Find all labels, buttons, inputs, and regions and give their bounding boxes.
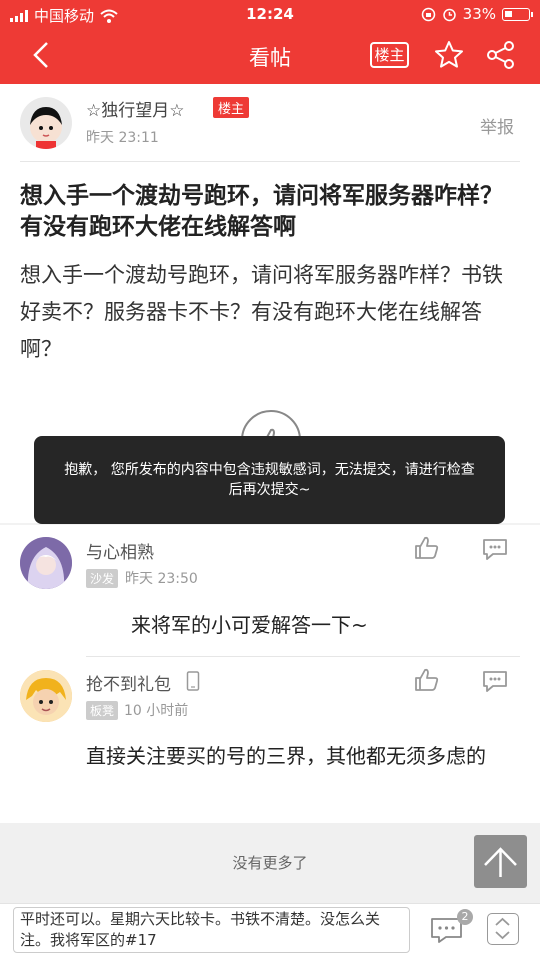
battery-percent: 33% xyxy=(462,5,496,23)
poster-name[interactable]: ☆独行望月☆ xyxy=(86,96,184,121)
mobile-device-icon xyxy=(186,671,200,691)
owner-only-button[interactable]: 楼主 xyxy=(370,42,409,68)
comment-text: 直接关注要买的号的三界，其他都无须多虑的 xyxy=(86,744,486,768)
commenter-avatar[interactable] xyxy=(20,670,72,722)
commenter-name[interactable]: 与心相熟 xyxy=(86,538,154,563)
page-nav-button[interactable] xyxy=(487,913,519,945)
error-toast: 抱歉， 您所发布的内容中包含违规敏感词，无法提交，请进行检查后再次提交~ xyxy=(34,436,505,524)
cartoon-boy-avatar-icon xyxy=(20,670,72,722)
app-header: 看帖 楼主 xyxy=(0,30,540,84)
floor-tag: 沙发 xyxy=(86,569,119,588)
battery-icon xyxy=(502,7,533,21)
no-more-label: 没有更多了 xyxy=(232,854,308,872)
alarm-icon xyxy=(442,8,456,21)
back-to-top-button[interactable] xyxy=(474,835,527,888)
thumbs-up-icon[interactable] xyxy=(414,668,440,692)
poster-avatar[interactable] xyxy=(20,97,72,149)
comment-text: 来将军的小可爱解答一下~ xyxy=(131,613,368,637)
post-body: 想入手一个渡劫号跑环，请问将军服务器咋样？书铁好卖不？服务器卡不卡？有没有跑环大… xyxy=(20,263,503,361)
anime-avatar-icon xyxy=(20,537,72,589)
reply-icon[interactable] xyxy=(481,537,509,561)
post-title: 想入手一个渡劫号跑环，请问将军服务器咋样？有没有跑环大佬在线解答啊 xyxy=(20,183,503,240)
share-icon[interactable] xyxy=(485,39,517,71)
status-bar: 中国移动 12:24 33% xyxy=(0,0,540,30)
star-icon[interactable] xyxy=(433,39,465,71)
floor-tag: 板凳 xyxy=(86,701,119,720)
commenter-avatar[interactable] xyxy=(20,537,72,589)
chevron-up-down-icon xyxy=(495,917,510,940)
post-time: 昨天 23:11 xyxy=(86,130,159,146)
divider xyxy=(20,161,520,162)
reply-input[interactable]: 平时还可以。星期六天比较卡。书铁不清楚。没怎么关注。我将军区的#17 xyxy=(13,907,410,953)
divider xyxy=(86,656,520,657)
status-right: 33% xyxy=(421,5,533,23)
comment-time: 昨天 23:50 xyxy=(125,571,198,587)
reply-icon[interactable] xyxy=(481,669,509,693)
orientation-lock-icon xyxy=(421,7,435,21)
thumbs-up-icon[interactable] xyxy=(414,536,440,560)
arrow-up-icon xyxy=(484,847,517,877)
report-link[interactable]: 举报 xyxy=(480,113,514,138)
comment-time: 10 小时前 xyxy=(124,703,189,719)
owner-badge: 楼主 xyxy=(213,97,250,118)
cartoon-avatar-icon xyxy=(30,107,62,149)
commenter-name[interactable]: 抢不到礼包 xyxy=(86,670,171,695)
comment-count-badge: 2 xyxy=(457,909,473,925)
